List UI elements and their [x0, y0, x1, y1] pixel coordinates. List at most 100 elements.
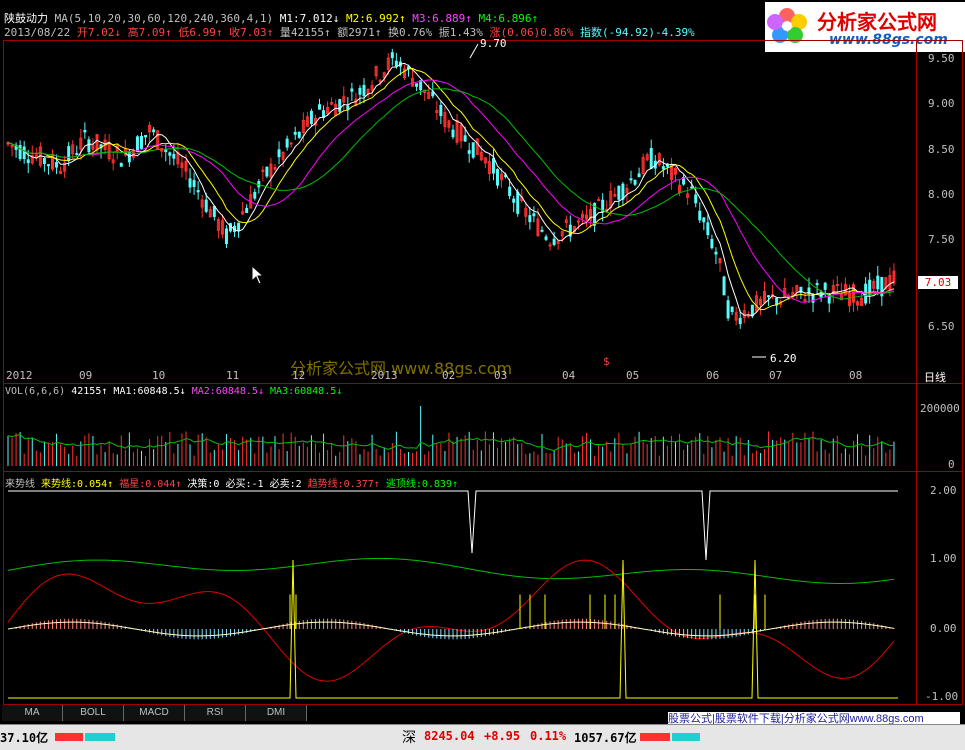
candle-body [633, 179, 637, 185]
candle-body [224, 228, 228, 245]
candle-body [471, 142, 475, 158]
candle-body [144, 134, 148, 138]
candle-body [22, 146, 26, 160]
candle-body [706, 222, 710, 236]
ind-y-tick: -1.00 [925, 690, 959, 703]
market-turnover: 1057.67亿 [574, 731, 637, 745]
ind-bs: 必卖:2 [269, 479, 302, 490]
candle-body [835, 284, 839, 287]
high-marker-leader [469, 43, 479, 59]
candle-body [188, 178, 192, 188]
ind-y-tick: 2.00 [930, 484, 957, 497]
candle-body [694, 194, 698, 204]
x-tick: 02 [442, 369, 456, 382]
candle-body [702, 217, 706, 223]
vol-ma1: MA1:60848.5 [113, 386, 180, 397]
candle-body [746, 314, 750, 317]
candle-body [362, 84, 366, 97]
candle-body [285, 138, 289, 148]
x-tick: 12 [292, 369, 306, 382]
x-tick: 06 [706, 369, 720, 382]
vol-label: VOL(6,6,6) [5, 386, 66, 397]
period-label[interactable]: 日线 [924, 369, 946, 385]
candle-body [358, 87, 362, 95]
ind-bm: 必买:-1 [225, 479, 264, 490]
candle-body [548, 244, 552, 247]
candle-body [83, 129, 87, 133]
candle-body [277, 149, 281, 158]
candle-body [415, 83, 419, 87]
market-breadth-bar-2 [640, 733, 700, 741]
sell-signal-line [8, 490, 898, 561]
candle-body [637, 173, 641, 178]
x-tick: 03 [494, 369, 508, 382]
x-tick: 05 [626, 369, 640, 382]
ind-tdx: 逃顶线:0.839 [385, 479, 452, 490]
candle-body [750, 304, 754, 317]
candle-body [135, 136, 139, 152]
candle-body [544, 236, 548, 240]
candle-body [318, 104, 321, 110]
tab-rsi[interactable]: RSI [185, 705, 246, 721]
candle-body [767, 295, 771, 298]
candle-body [75, 153, 79, 156]
candle-body [297, 131, 301, 138]
tab-macd[interactable]: MACD [124, 705, 185, 721]
x-tick: 2012 [6, 369, 33, 382]
x-tick: 09 [79, 369, 93, 382]
candle-body [265, 166, 269, 177]
candle-body [18, 145, 22, 160]
candle-body [42, 158, 46, 164]
ind-y-tick: 0.00 [930, 622, 957, 635]
x-tick: 04 [562, 369, 576, 382]
vol-ma2: MA2:60848.5 [191, 386, 258, 397]
market-label: 深 [402, 730, 416, 746]
candle-body [55, 162, 59, 168]
tab-ma[interactable]: MA [2, 705, 63, 721]
ma-line [7, 67, 895, 311]
candle-body [431, 91, 435, 97]
candle-body [245, 207, 249, 213]
dollar-marker: $ [603, 355, 610, 368]
price-y-tick: 6.50 [928, 320, 955, 333]
vol-ma3: MA3:60848.5 [270, 386, 337, 397]
candle-body [237, 222, 241, 231]
candle-body [192, 180, 196, 187]
escape-top-line [7, 557, 895, 584]
vol-value: 42155 [71, 386, 102, 397]
candle-body [394, 60, 398, 67]
candle-body [649, 147, 653, 169]
candle-body [597, 199, 601, 202]
tab-dmi[interactable]: DMI [246, 705, 307, 721]
ind-y-tick: 1.00 [930, 552, 957, 565]
candle-body [390, 52, 394, 59]
candle-body [730, 306, 734, 313]
ma-line [7, 62, 895, 317]
ind-jc: 决策:0 [187, 479, 220, 490]
candle-body [876, 275, 880, 290]
low-marker: 6.20 [770, 352, 797, 365]
vol-y-tick: 0 [948, 458, 955, 471]
candle-body [196, 190, 200, 193]
index-pct: 0.11% [530, 729, 567, 743]
candle-body [46, 164, 50, 167]
x-tick: 07 [769, 369, 783, 382]
candle-body [491, 158, 495, 174]
volume-ma-line [7, 434, 895, 452]
current-price-tag: 7.03 [918, 276, 958, 289]
left-amount: 37.10亿 [0, 731, 49, 745]
candle-body [293, 131, 297, 135]
x-tick: 10 [152, 369, 166, 382]
candle-body [690, 186, 694, 189]
candle-body [516, 191, 520, 214]
candle-body [212, 205, 216, 217]
candle-body [661, 166, 665, 170]
candle-body [621, 183, 625, 200]
indicator-header: 来势线 来势线:0.054↑ 福星:0.044↑ 决策:0 必买:-1 必卖:2… [5, 479, 458, 490]
price-y-tick: 7.50 [928, 233, 955, 246]
ind-lsx: 来势线:0.054 [41, 479, 108, 490]
indicator-name: 来势线 [5, 479, 35, 490]
tab-boll[interactable]: BOLL [63, 705, 124, 721]
candle-body [629, 178, 633, 181]
ma-line [7, 79, 895, 303]
